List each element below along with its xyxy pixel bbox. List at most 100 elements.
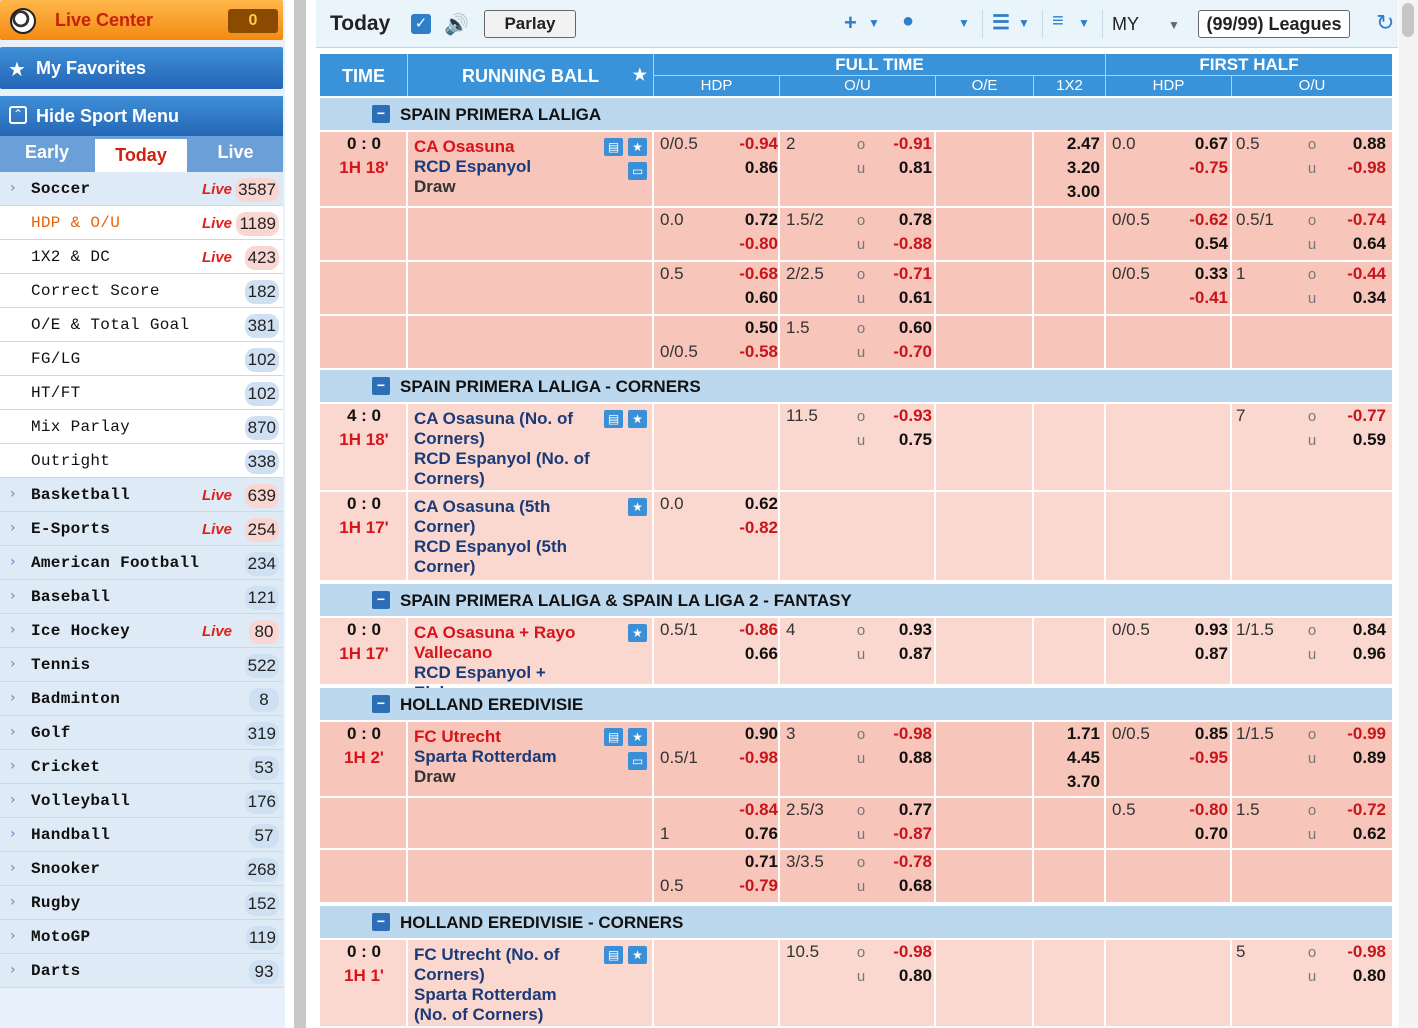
- odds-value[interactable]: 0.60: [730, 288, 778, 308]
- sidebar-item-soccer[interactable]: › Soccer Live 3587: [0, 172, 283, 206]
- league-header[interactable]: − SPAIN PRIMERA LALIGA: [320, 98, 1392, 130]
- odds-value[interactable]: 0.86: [730, 158, 778, 178]
- odds-value[interactable]: 3.00: [1036, 182, 1100, 202]
- odds-value[interactable]: -0.68: [730, 264, 778, 284]
- tab-today[interactable]: Today: [94, 138, 188, 172]
- odds-value[interactable]: 0.87: [886, 644, 932, 664]
- scrollbar-thumb[interactable]: [1402, 3, 1414, 37]
- odds-value[interactable]: -0.98: [1340, 158, 1386, 178]
- sidebar-item-e-sports[interactable]: › E-Sports Live 254: [0, 512, 283, 546]
- league-header[interactable]: − SPAIN PRIMERA LALIGA & SPAIN LA LIGA 2 …: [320, 584, 1392, 616]
- odds-value[interactable]: 0.77: [886, 800, 932, 820]
- odds-value[interactable]: -0.98: [730, 748, 778, 768]
- away-team[interactable]: RCD Espanyol (5th Corner): [414, 537, 594, 577]
- info-icon[interactable]: ●: [902, 10, 914, 33]
- parlay-button[interactable]: Parlay: [484, 10, 576, 38]
- odds-value[interactable]: 0.68: [886, 876, 932, 896]
- odds-value[interactable]: -0.98: [886, 942, 932, 962]
- chevron-down-icon[interactable]: ▼: [1078, 16, 1090, 30]
- home-team[interactable]: CA Osasuna + Rayo Vallecano: [414, 623, 594, 663]
- odds-value[interactable]: -0.58: [730, 342, 778, 362]
- odds-value[interactable]: -0.79: [730, 876, 778, 896]
- odds-value[interactable]: 0.93: [1182, 620, 1228, 640]
- league-header[interactable]: − SPAIN PRIMERA LALIGA - CORNERS: [320, 370, 1392, 402]
- my-favorites-bar[interactable]: ★ My Favorites: [0, 47, 283, 89]
- odds-value[interactable]: 3.20: [1036, 158, 1100, 178]
- odds-value[interactable]: 0.33: [1182, 264, 1228, 284]
- sidebar-item-correct-score[interactable]: Correct Score 182: [0, 274, 283, 308]
- live-center-bar[interactable]: Live Center 0: [0, 0, 283, 40]
- chevron-down-icon[interactable]: ▼: [1168, 18, 1180, 32]
- tv-icon[interactable]: ▭: [628, 162, 647, 180]
- sidebar-item-o-e-total-goal[interactable]: O/E & Total Goal 381: [0, 308, 283, 342]
- odds-value[interactable]: -0.70: [886, 342, 932, 362]
- odds-value[interactable]: 0.59: [1340, 430, 1386, 450]
- odds-value[interactable]: 0.50: [730, 318, 778, 338]
- sidebar-item-american-football[interactable]: › American Football 234: [0, 546, 283, 580]
- odds-value[interactable]: -0.62: [1182, 210, 1228, 230]
- odds-value[interactable]: -0.71: [886, 264, 932, 284]
- chevron-down-icon[interactable]: ▼: [868, 16, 880, 30]
- favorite-star-icon[interactable]: ★: [628, 138, 647, 156]
- odds-value[interactable]: 0.78: [886, 210, 932, 230]
- odds-value[interactable]: 0.54: [1182, 234, 1228, 254]
- home-team[interactable]: CA Osasuna (No. of Corners): [414, 409, 594, 449]
- sidebar-item-mix-parlay[interactable]: Mix Parlay 870: [0, 410, 283, 444]
- odds-value[interactable]: 0.70: [1182, 824, 1228, 844]
- add-icon[interactable]: +: [844, 10, 857, 36]
- odds-value[interactable]: -0.95: [1182, 748, 1228, 768]
- odds-value[interactable]: 0.34: [1340, 288, 1386, 308]
- away-team[interactable]: Sparta Rotterdam (No. of Corners): [414, 985, 594, 1025]
- odds-value[interactable]: -0.74: [1340, 210, 1386, 230]
- speaker-icon[interactable]: 🔊: [444, 12, 469, 37]
- star-icon[interactable]: ★: [633, 54, 647, 98]
- sidebar-item-outright[interactable]: Outright 338: [0, 444, 283, 478]
- favorite-star-icon[interactable]: ★: [628, 946, 647, 964]
- collapse-icon[interactable]: −: [372, 377, 390, 395]
- odds-value[interactable]: -0.41: [1182, 288, 1228, 308]
- away-team[interactable]: Sparta Rotterdam: [414, 747, 594, 767]
- odds-value[interactable]: 0.96: [1340, 644, 1386, 664]
- odds-value[interactable]: -0.98: [1340, 942, 1386, 962]
- refresh-icon[interactable]: ↻: [1376, 10, 1394, 36]
- odds-value[interactable]: -0.77: [1340, 406, 1386, 426]
- away-team[interactable]: RCD Espanyol: [414, 157, 594, 177]
- odds-value[interactable]: 0.85: [1182, 724, 1228, 744]
- tab-live[interactable]: Live: [188, 136, 283, 172]
- odds-value[interactable]: -0.98: [886, 724, 932, 744]
- sidebar-item-cricket[interactable]: › Cricket 53: [0, 750, 283, 784]
- favorite-star-icon[interactable]: ★: [628, 728, 647, 746]
- odds-value[interactable]: 0.76: [730, 824, 778, 844]
- sidebar-item-1x2-dc[interactable]: 1X2 & DC Live 423: [0, 240, 283, 274]
- chevron-down-icon[interactable]: ▼: [958, 16, 970, 30]
- sidebar-item-rugby[interactable]: › Rugby 152: [0, 886, 283, 920]
- favorite-star-icon[interactable]: ★: [628, 410, 647, 428]
- odds-value[interactable]: 0.84: [1340, 620, 1386, 640]
- tab-early[interactable]: Early: [0, 136, 94, 172]
- hide-sport-menu-bar[interactable]: ⌃ Hide Sport Menu: [0, 96, 283, 136]
- sidebar-item-ice-hockey[interactable]: › Ice Hockey Live 80: [0, 614, 283, 648]
- odds-value[interactable]: 4.45: [1036, 748, 1100, 768]
- odds-value[interactable]: 1.71: [1036, 724, 1100, 744]
- home-team[interactable]: FC Utrecht (No. of Corners): [414, 945, 594, 985]
- odds-value[interactable]: -0.80: [1182, 800, 1228, 820]
- sidebar-item-fg-lg[interactable]: FG/LG 102: [0, 342, 283, 376]
- sidebar-item-badminton[interactable]: › Badminton 8: [0, 682, 283, 716]
- tv-icon[interactable]: ▭: [628, 752, 647, 770]
- sidebar-item-motogp[interactable]: › MotoGP 119: [0, 920, 283, 954]
- odds-value[interactable]: 2.47: [1036, 134, 1100, 154]
- odds-value[interactable]: -0.94: [730, 134, 778, 154]
- odds-value[interactable]: -0.99: [1340, 724, 1386, 744]
- home-team[interactable]: FC Utrecht: [414, 727, 594, 747]
- stats-icon[interactable]: ▤: [604, 410, 623, 428]
- list-icon[interactable]: ≡: [1052, 10, 1064, 33]
- odds-value[interactable]: 3.70: [1036, 772, 1100, 792]
- odds-value[interactable]: 0.80: [886, 966, 932, 986]
- sidebar-item-volleyball[interactable]: › Volleyball 176: [0, 784, 283, 818]
- leagues-button[interactable]: (99/99) Leagues: [1198, 10, 1350, 38]
- odds-value[interactable]: 0.62: [1340, 824, 1386, 844]
- sidebar-item-ht-ft[interactable]: HT/FT 102: [0, 376, 283, 410]
- collapse-icon[interactable]: −: [372, 913, 390, 931]
- odds-value[interactable]: 0.72: [730, 210, 778, 230]
- odds-value[interactable]: 0.62: [730, 494, 778, 514]
